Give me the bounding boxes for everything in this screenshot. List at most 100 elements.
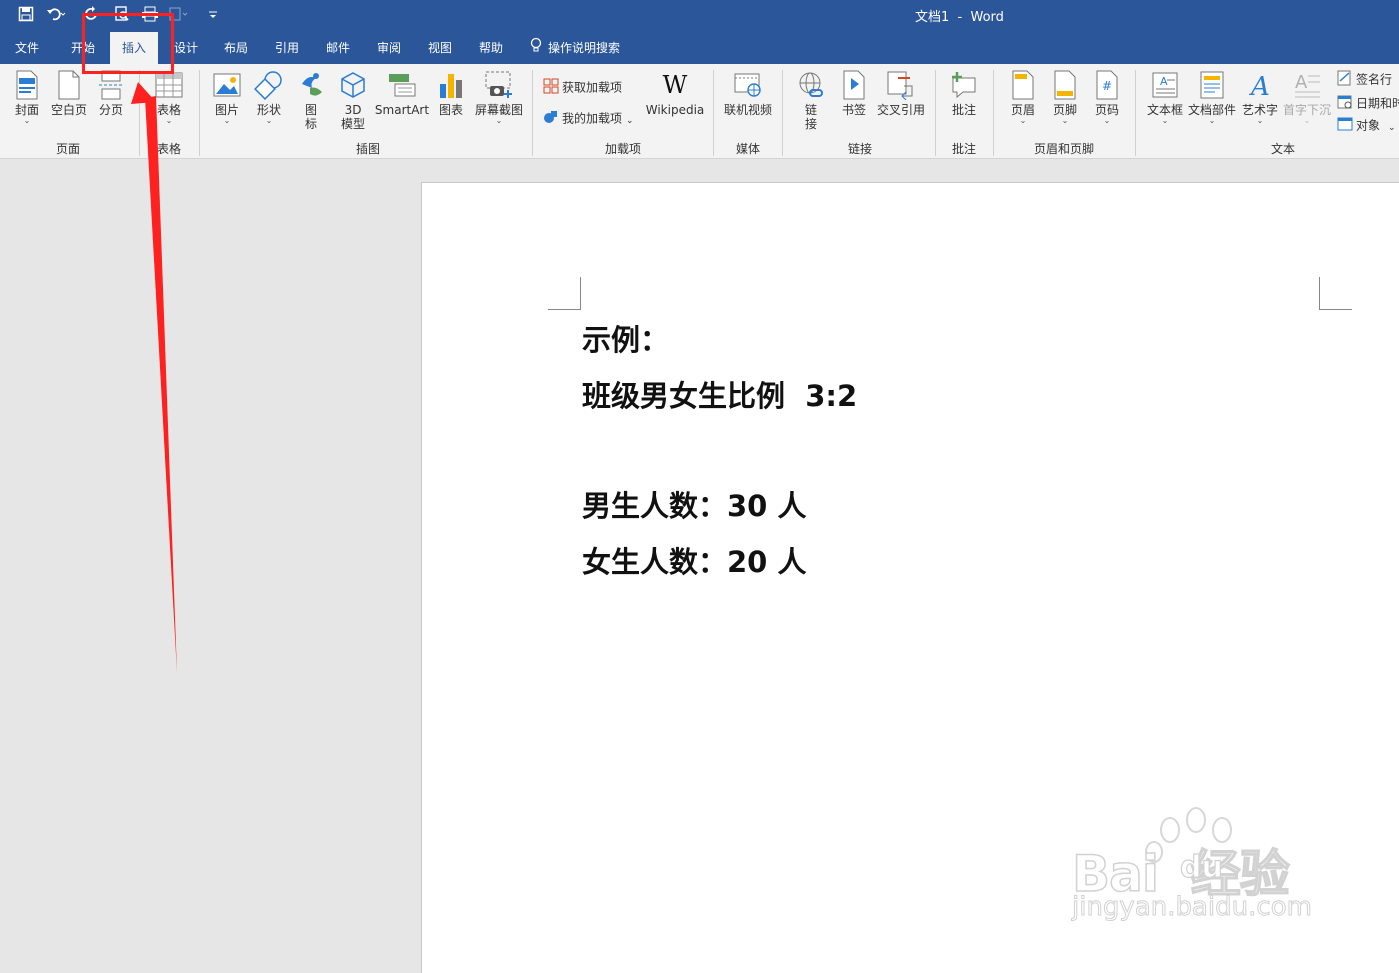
chevron-down-icon: ⌄: [1103, 116, 1111, 125]
table-icon: [155, 72, 183, 98]
tab-layout[interactable]: 布局: [213, 32, 259, 64]
group-label-addins: 加载项: [604, 142, 641, 156]
lightbulb-icon: [530, 33, 542, 65]
screenshot-label: 屏幕截图: [474, 103, 523, 117]
pictures-button[interactable]: 图片 ⌄: [208, 70, 246, 125]
3d-models-label-2: 模型: [340, 117, 365, 131]
object-icon: [1337, 116, 1353, 136]
object-label: 对象: [1356, 118, 1381, 133]
table-label: 表格: [156, 103, 181, 117]
smartart-button[interactable]: SmartArt: [374, 70, 430, 117]
page-number-button[interactable]: # 页码 ⌄: [1088, 70, 1126, 125]
chevron-down-icon: ⌄: [1303, 116, 1311, 125]
icons-insert-icon: [302, 73, 322, 96]
bookmark-button[interactable]: 书签: [836, 70, 872, 117]
3d-models-label-1: 3D: [344, 103, 362, 117]
footer-button[interactable]: 页脚 ⌄: [1046, 70, 1084, 125]
signature-line-button[interactable]: 签名行: [1337, 70, 1392, 90]
group-divider: [199, 70, 200, 156]
bookmark-label: 书签: [841, 103, 866, 117]
chevron-down-icon: ⌄: [265, 116, 273, 125]
undo-icon[interactable]: [46, 6, 66, 26]
online-video-button[interactable]: 联机视频: [720, 70, 776, 117]
text-box-button[interactable]: A 文本框 ⌄: [1144, 70, 1186, 125]
group-divider: [139, 70, 140, 156]
tab-mailings[interactable]: 邮件: [315, 32, 361, 64]
chevron-down-icon: ⌄: [1061, 116, 1069, 125]
page-break-button[interactable]: 分页: [94, 70, 128, 117]
get-addins-label: 获取加载项: [562, 80, 623, 95]
screenshot-button[interactable]: 屏幕截图 ⌄: [472, 70, 526, 125]
svg-text:#: #: [1102, 79, 1112, 93]
tab-references[interactable]: 引用: [264, 32, 310, 64]
chevron-down-icon: ⌄: [1161, 116, 1169, 125]
chevron-down-icon: ⌄: [23, 116, 31, 125]
bookmark-icon: [843, 70, 865, 100]
title-bar: 文档1 - Word: [0, 0, 1399, 32]
group-label-text: 文本: [1270, 142, 1295, 156]
store-icon: [543, 78, 559, 98]
shapes-button[interactable]: 形状 ⌄: [250, 70, 288, 125]
chevron-down-icon: ⌄: [626, 115, 634, 126]
footer-icon: [1054, 70, 1076, 100]
wordart-button[interactable]: A 艺术字 ⌄: [1240, 70, 1280, 125]
annotation-highlight-box: [82, 13, 174, 74]
group-divider: [713, 70, 714, 156]
cross-reference-label: 交叉引用: [876, 103, 925, 117]
icons-button[interactable]: 图 标: [294, 70, 328, 131]
group-label-pages: 页面: [55, 142, 80, 156]
shapes-label: 形状: [256, 103, 281, 117]
3d-models-button[interactable]: 3D 模型: [334, 70, 372, 131]
object-button[interactable]: 对象 ⌄: [1337, 116, 1396, 136]
my-addins-icon: [543, 109, 559, 129]
wordart-icon: A: [1249, 72, 1270, 100]
group-label-media: 媒体: [735, 142, 760, 156]
tab-view[interactable]: 视图: [417, 32, 463, 64]
blank-page-button[interactable]: 空白页: [48, 70, 90, 117]
tell-me-search[interactable]: 操作说明搜索: [530, 32, 640, 64]
new-comment-button[interactable]: 批注: [944, 70, 984, 117]
header-button[interactable]: 页眉 ⌄: [1004, 70, 1042, 125]
my-addins-button[interactable]: 我的加载项 ⌄: [543, 109, 634, 129]
comment-icon: [952, 72, 976, 99]
date-time-label: 日期和时: [1356, 96, 1399, 111]
link-button[interactable]: 链 接: [792, 70, 830, 131]
margin-crop-mark-left: [548, 277, 581, 310]
cover-page-button[interactable]: 封面 ⌄: [8, 70, 46, 125]
save-icon[interactable]: [16, 6, 36, 26]
comment-label: 批注: [951, 103, 976, 117]
group-divider: [935, 70, 936, 156]
document-line[interactable]: 女生人数：20 人: [582, 539, 806, 581]
my-addins-label: 我的加载项: [562, 111, 623, 126]
page-break-label: 分页: [98, 103, 123, 117]
link-label-2: 接: [804, 117, 817, 131]
blank-page-icon: [58, 70, 80, 100]
svg-text:A: A: [1295, 72, 1308, 93]
group-divider: [532, 70, 533, 156]
margin-crop-mark-right: [1319, 277, 1352, 310]
pictures-icon: [213, 73, 241, 97]
document-line[interactable]: 示例：: [582, 317, 669, 359]
table-button[interactable]: 表格 ⌄: [148, 70, 190, 125]
drop-cap-button[interactable]: A 首字下沉 ⌄: [1282, 70, 1332, 125]
icons-label-2: 标: [304, 117, 317, 131]
group-divider: [1135, 70, 1136, 156]
tab-help[interactable]: 帮助: [468, 32, 514, 64]
wikipedia-button[interactable]: W Wikipedia: [644, 70, 706, 117]
tell-me-label: 操作说明搜索: [548, 41, 621, 55]
document-line[interactable]: 男生人数：30 人: [582, 483, 806, 525]
tab-review[interactable]: 审阅: [366, 32, 412, 64]
footer-label: 页脚: [1052, 103, 1077, 117]
cross-reference-icon: [887, 71, 913, 100]
chart-button[interactable]: 图表: [434, 70, 468, 117]
cover-page-label: 封面: [14, 103, 39, 117]
cross-reference-button[interactable]: 交叉引用: [874, 70, 928, 117]
get-addins-button[interactable]: 获取加载项: [543, 78, 622, 98]
drop-cap-label: 首字下沉: [1282, 103, 1331, 117]
quick-parts-button[interactable]: 文档部件 ⌄: [1188, 70, 1236, 125]
tab-file[interactable]: 文件: [5, 32, 49, 64]
customize-qat-icon[interactable]: [203, 6, 223, 26]
signature-line-label: 签名行: [1356, 72, 1393, 87]
document-line[interactable]: 班级男女生比例 3:2: [582, 373, 857, 415]
date-time-button[interactable]: 日期和时: [1337, 94, 1399, 114]
